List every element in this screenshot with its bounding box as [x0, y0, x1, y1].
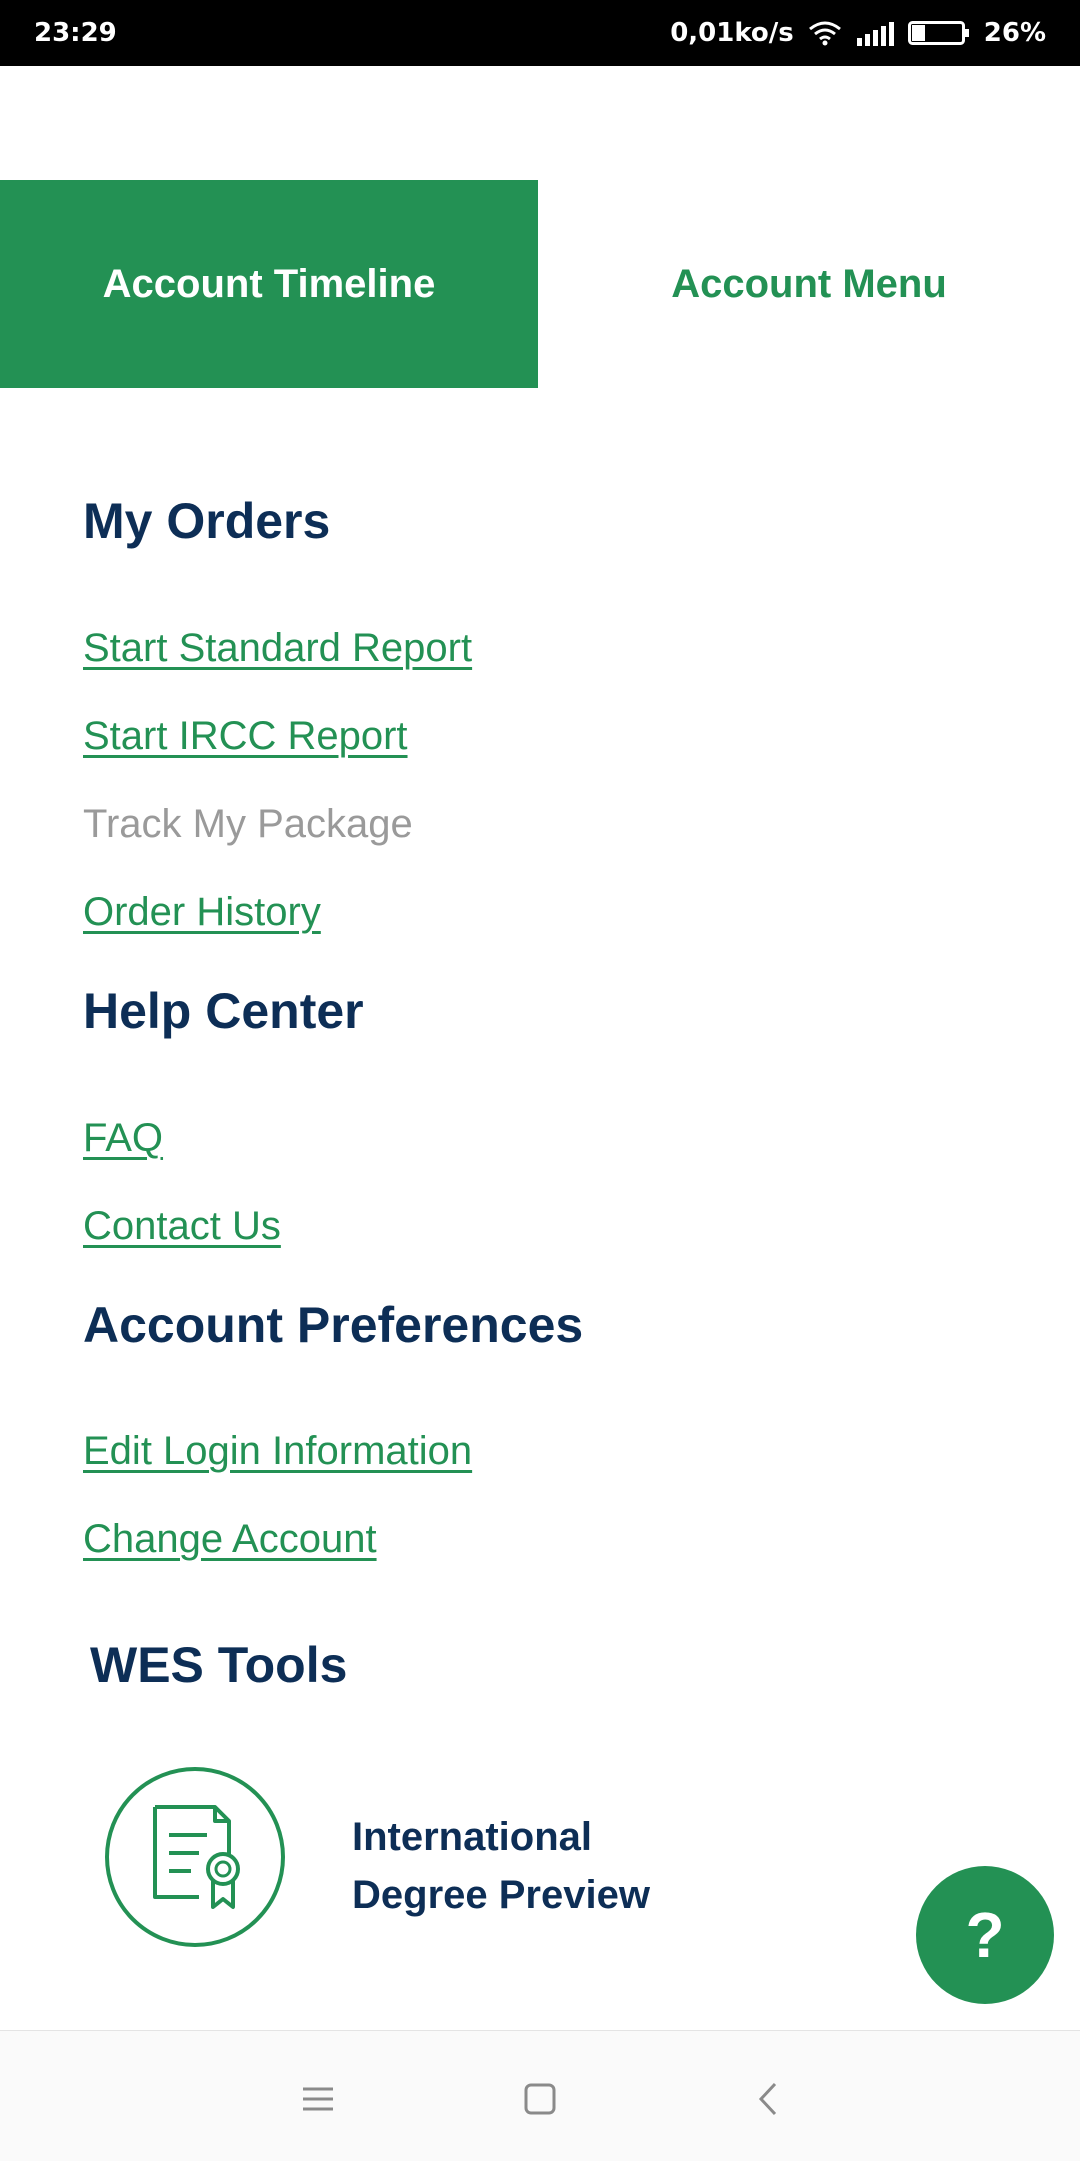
international-degree-preview-link[interactable]: International Degree Preview — [352, 1808, 772, 1924]
wes-tools-heading: WES Tools — [90, 1637, 348, 1693]
tab-account-timeline[interactable]: Account Timeline — [0, 180, 538, 388]
edit-login-information-link[interactable]: Edit Login Information — [83, 1429, 472, 1474]
home-icon[interactable] — [510, 2069, 570, 2129]
battery-icon — [907, 20, 970, 46]
help-button[interactable]: ? — [916, 1866, 1054, 2004]
status-bar: 23:29 0,01ko/s 26% — [0, 0, 1080, 66]
signal-icon — [856, 20, 894, 46]
change-account-link[interactable]: Change Account — [83, 1517, 377, 1562]
tool-label-line-2: Degree Preview — [352, 1873, 650, 1917]
back-icon[interactable] — [738, 2069, 798, 2129]
start-standard-report-link[interactable]: Start Standard Report — [83, 626, 472, 671]
status-indicators: 0,01ko/s 26% — [670, 18, 1046, 48]
order-history-link[interactable]: Order History — [83, 890, 321, 935]
menu-icon[interactable] — [288, 2069, 348, 2129]
help-center-heading: Help Center — [83, 983, 364, 1039]
certificate-icon[interactable] — [103, 1765, 287, 1949]
faq-link[interactable]: FAQ — [83, 1116, 163, 1161]
contact-us-link[interactable]: Contact Us — [83, 1204, 281, 1249]
status-time: 23:29 — [34, 18, 117, 48]
wifi-icon — [808, 20, 842, 46]
battery-percent: 26% — [983, 18, 1046, 48]
my-orders-heading: My Orders — [83, 493, 331, 549]
start-ircc-report-link[interactable]: Start IRCC Report — [83, 714, 408, 759]
tool-label-line-1: International — [352, 1815, 593, 1859]
system-nav-bar — [0, 2030, 1080, 2161]
tab-account-menu[interactable]: Account Menu — [538, 180, 1080, 388]
track-my-package-link: Track My Package — [83, 802, 413, 846]
account-preferences-heading: Account Preferences — [83, 1297, 584, 1353]
network-speed: 0,01ko/s — [670, 18, 794, 48]
